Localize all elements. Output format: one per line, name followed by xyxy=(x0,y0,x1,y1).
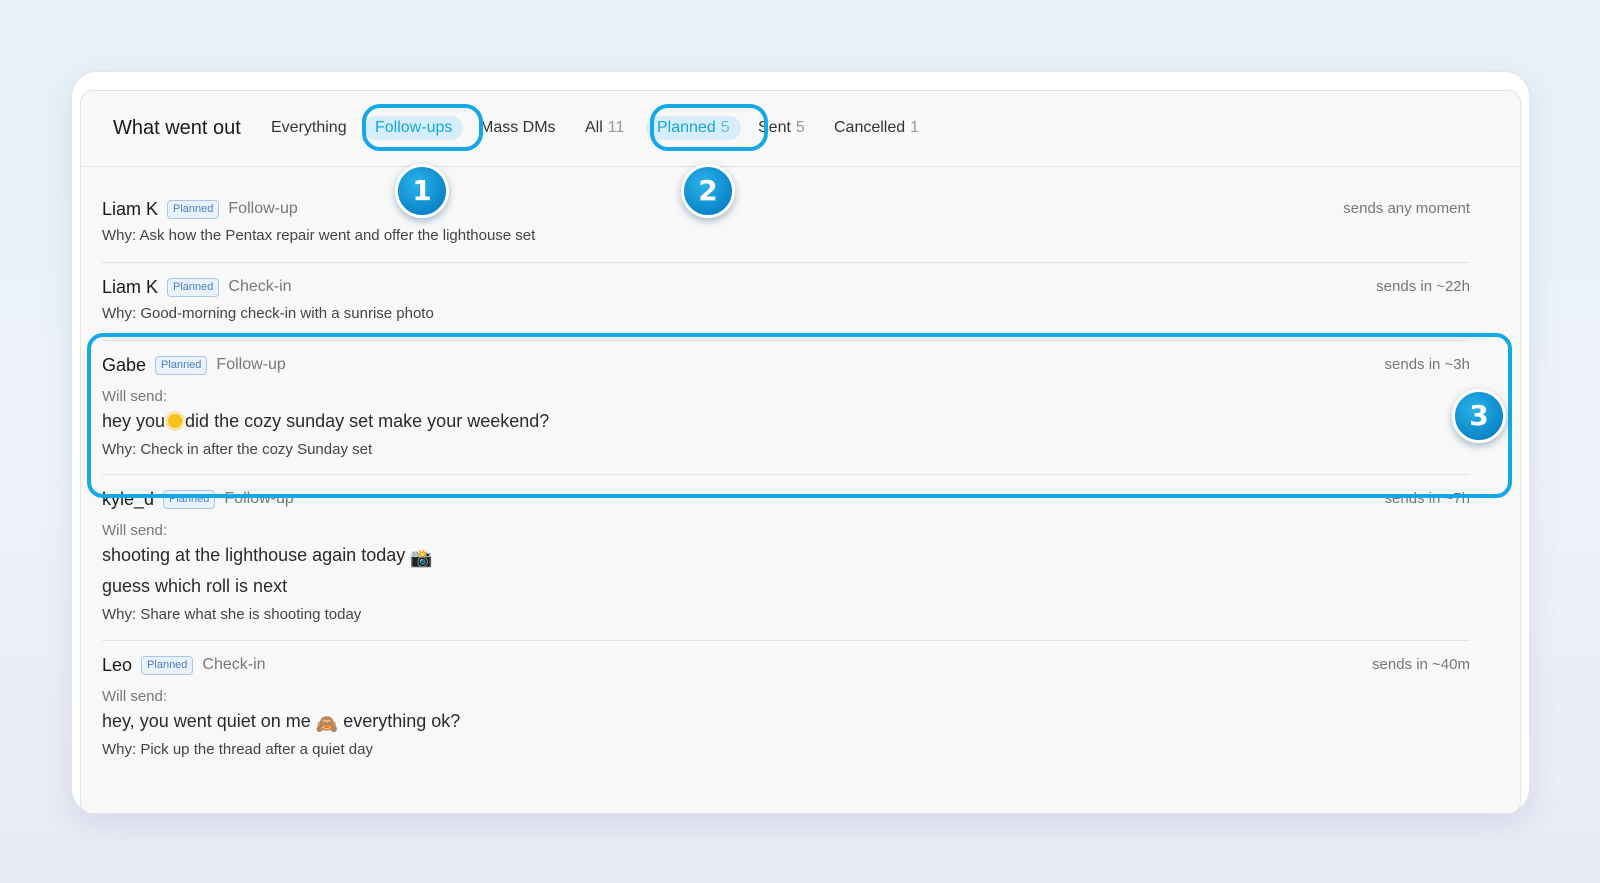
message-text-end: everything ok? xyxy=(343,711,461,731)
reason-text: Why: Good-morning check-in with a sunris… xyxy=(102,305,434,322)
reason-text: Why: Ask how the Pentax repair went and … xyxy=(102,227,536,244)
camera-icon: 📸 xyxy=(410,548,433,569)
callout-badge-2: 2 xyxy=(681,164,735,218)
sun-icon xyxy=(168,414,183,428)
reason-text: Why: Pick up the thread after a quiet da… xyxy=(102,741,373,758)
tab-mass-dms-label: Mass DMs xyxy=(480,119,556,136)
list-item-leo-checkin[interactable]: Leo Planned Check-in sends in ~40m Will se… xyxy=(102,640,1470,774)
send-time: sends in ~22h xyxy=(1376,278,1470,295)
contact-name: Liam K xyxy=(102,199,159,219)
tab-everything[interactable]: Everything xyxy=(271,116,347,140)
filter-planned-count: 5 xyxy=(720,119,730,136)
send-time: sends any moment xyxy=(1343,200,1470,217)
tab-everything-label: Everything xyxy=(271,119,347,136)
message-text-start: hey you xyxy=(102,411,166,431)
filter-planned-label: Planned xyxy=(657,119,716,136)
filter-cancelled[interactable]: Cancelled 1 xyxy=(834,116,919,140)
tab-follow-ups-label: Follow-ups xyxy=(375,119,453,136)
filter-all-count: 11 xyxy=(607,119,625,136)
callout-badge-3: 3 xyxy=(1452,389,1506,443)
reason-text: Why: Share what she is shooting today xyxy=(102,606,362,623)
will-send-label: Will send: xyxy=(102,522,168,539)
item-meta: Liam K Planned Follow-up xyxy=(102,197,298,221)
contact-name: Gabe xyxy=(102,355,147,375)
status-badge: Planned xyxy=(155,355,208,375)
status-badge: Planned xyxy=(163,489,216,509)
reason-text: Why: Check in after the cozy Sunday set xyxy=(102,441,373,458)
item-meta: Liam K Planned Check-in xyxy=(102,275,292,299)
will-send-label: Will send: xyxy=(102,388,168,405)
send-time: sends in ~3h xyxy=(1384,356,1470,373)
activity-panel: What went out Everything Follow-ups Mass… xyxy=(80,90,1521,814)
status-badge: Planned xyxy=(141,655,194,675)
filter-all-label: All xyxy=(585,119,603,136)
list-item-liam-checkin[interactable]: Liam K Planned Check-in sends in ~22h Why:… xyxy=(102,262,1470,341)
message-text-start: hey, you went quiet on me xyxy=(102,711,311,731)
message-type: Follow-up xyxy=(228,200,298,217)
contact-name: Liam K xyxy=(102,277,159,297)
message-preview-line-2: guess which roll is next xyxy=(102,576,288,596)
message-preview-line-1: shooting at the lighthouse again today 📸 xyxy=(102,545,433,569)
list-item-liam-followup[interactable]: Liam K Planned Follow-up sends any moment … xyxy=(102,166,1470,263)
send-time: sends in ~40m xyxy=(1372,656,1470,673)
status-badge: Planned xyxy=(167,199,220,219)
message-preview: hey you did the cozy sunday set make your… xyxy=(102,411,549,432)
filter-planned[interactable]: Planned 5 xyxy=(646,116,741,140)
message-text-end: did the cozy sunday set make your weeken… xyxy=(185,411,550,431)
contact-name: Leo xyxy=(102,655,133,675)
filter-cancelled-label: Cancelled xyxy=(834,119,906,136)
page-title: What went out xyxy=(113,117,241,139)
item-meta: kyle_d Planned Follow-up xyxy=(102,487,294,511)
filter-cancelled-count: 1 xyxy=(910,119,920,136)
filter-sent-label: Sent xyxy=(758,119,791,136)
will-send-label: Will send: xyxy=(102,688,168,705)
message-type: Check-in xyxy=(228,278,292,295)
tab-mass-dms[interactable]: Mass DMs xyxy=(480,116,556,140)
filter-sent-count: 5 xyxy=(795,119,805,136)
filter-all[interactable]: All 11 xyxy=(585,116,624,140)
item-meta: Leo Planned Check-in xyxy=(102,653,266,677)
list-item-gabe-followup[interactable]: Gabe Planned Follow-up sends in ~3h Will s… xyxy=(102,340,1470,475)
message-type: Follow-up xyxy=(224,490,294,507)
tab-follow-ups[interactable]: Follow-ups xyxy=(364,116,464,140)
see-no-evil-monkey-icon: 🙈 xyxy=(315,714,339,735)
list-item-kyle-followup[interactable]: kyle_d Planned Follow-up sends in ~7h Will… xyxy=(102,474,1470,641)
message-text: shooting at the lighthouse again today xyxy=(102,545,406,565)
contact-name: kyle_d xyxy=(102,489,155,509)
filter-sent[interactable]: Sent 5 xyxy=(758,116,805,140)
item-meta: Gabe Planned Follow-up xyxy=(102,353,286,377)
status-badge: Planned xyxy=(167,277,220,297)
callout-badge-1: 1 xyxy=(395,164,449,218)
message-preview: hey, you went quiet on me 🙈 everything o… xyxy=(102,711,460,735)
panel-header: What went out Everything Follow-ups Mass… xyxy=(81,91,1520,167)
send-time: sends in ~7h xyxy=(1384,490,1470,507)
message-type: Check-in xyxy=(202,656,266,673)
message-type: Follow-up xyxy=(216,356,286,373)
